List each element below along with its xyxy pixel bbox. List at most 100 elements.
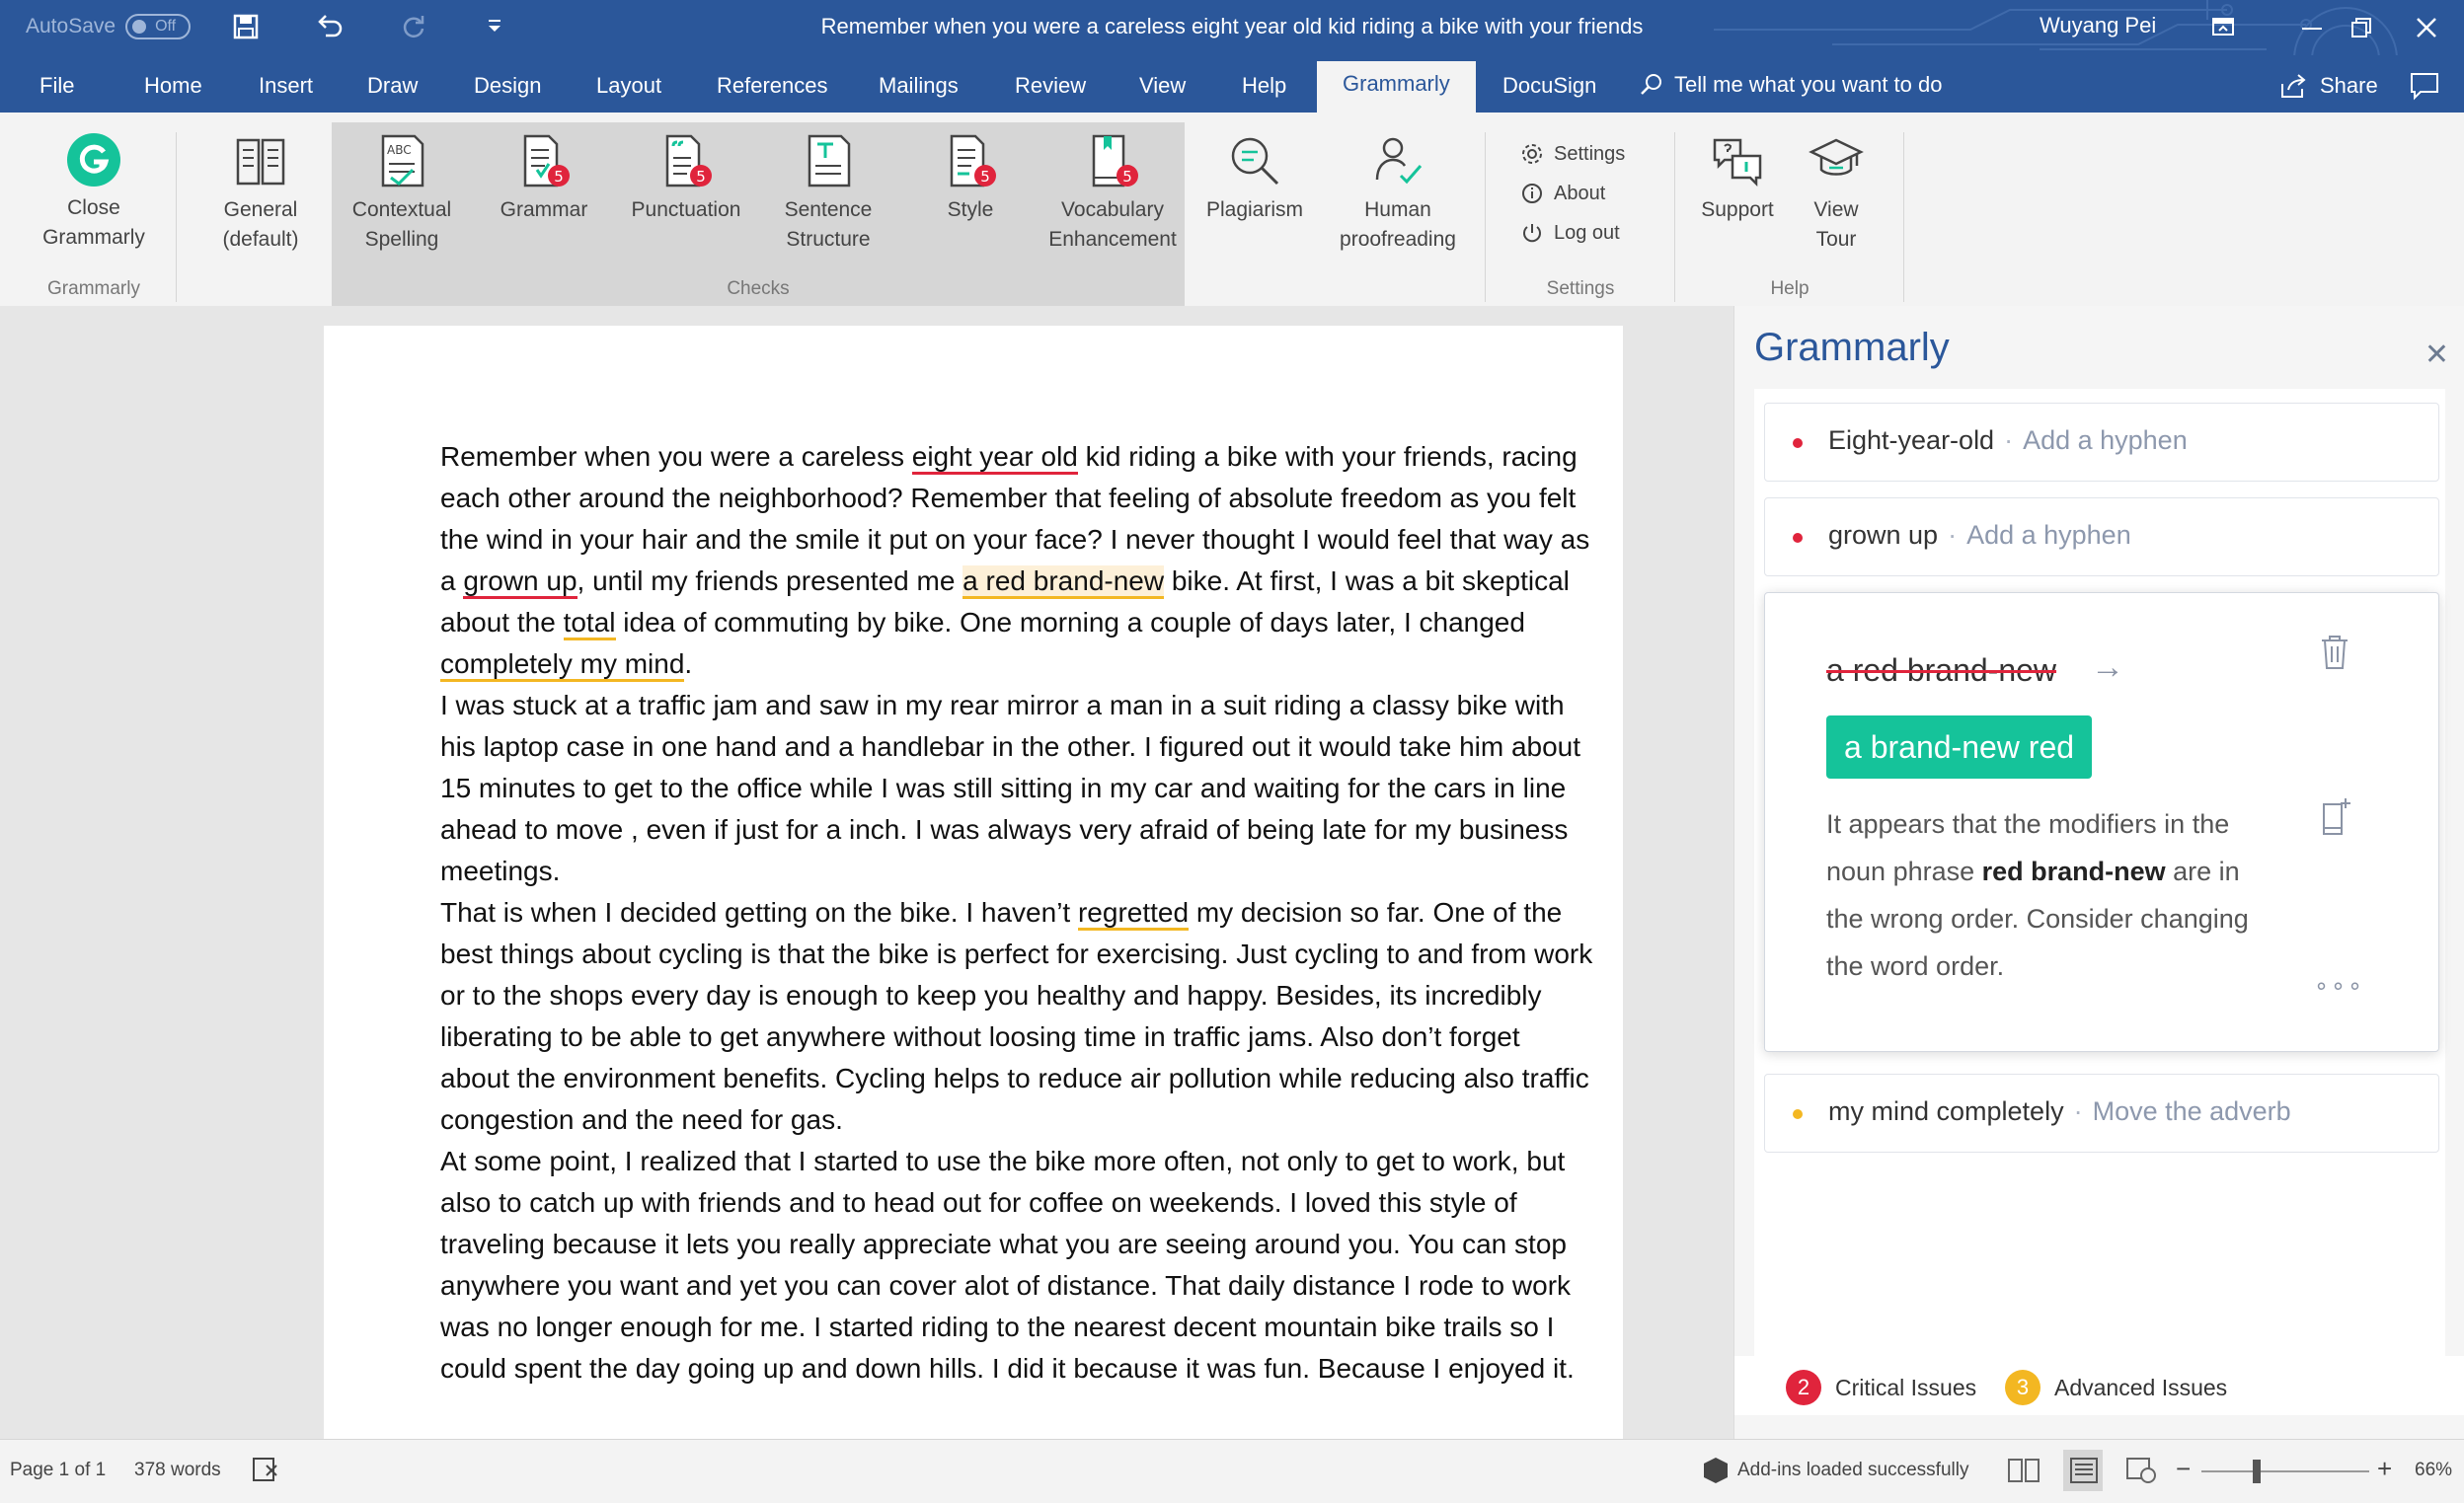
text-run: my decision so far. One of the best thin… [440,897,1593,1135]
close-window-icon[interactable] [2407,8,2446,47]
separator [1674,132,1675,302]
paragraph-4[interactable]: At some point, I realized that I started… [440,1141,1595,1390]
addins-status: Add-ins loaded successfully [1737,1460,1969,1480]
close-icon[interactable]: ✕ [2425,338,2449,372]
status-bar: Page 1 of 1 378 words Add-ins loaded suc… [0,1439,2464,1503]
expanded-suggestion-card[interactable]: a red brand-new → a brand-new red It app… [1764,592,2439,1052]
settings-button[interactable]: Settings [1520,142,1625,166]
spelling-icon: ABC [381,134,424,188]
tab-draw[interactable]: Draw [367,73,418,99]
minimize-icon[interactable] [2292,8,2332,47]
issue-eight-year-old[interactable]: eight year old [911,441,1078,475]
support-button[interactable]: Support [1690,132,1785,225]
document-page[interactable]: Remember when you were a careless eight … [324,326,1623,1441]
issue-grown-up[interactable]: grown up [463,565,578,599]
info-icon [1522,184,1542,203]
print-layout-icon[interactable] [2067,1456,2101,1485]
tab-references[interactable]: References [717,73,828,99]
general-default-button[interactable]: General (default) [192,132,330,255]
zoom-slider[interactable] [2201,1470,2369,1472]
person-check-icon [1375,137,1423,185]
about-label: About [1554,182,1606,204]
grammar-button[interactable]: 5 Grammar [480,132,608,225]
power-icon [1523,224,1541,243]
logout-button[interactable]: Log out [1520,221,1620,245]
tab-design[interactable]: Design [474,73,541,99]
grammarly-logo-icon [67,133,120,187]
document-body[interactable]: Remember when you were a careless eight … [440,436,1595,1390]
word-count[interactable]: 378 words [134,1460,221,1481]
advanced-issues-filter[interactable]: 3 Advanced Issues [2005,1370,2227,1405]
sentence-label-2: Structure [786,228,871,251]
issue-total[interactable]: total [563,607,616,640]
vocabulary-enhancement-button[interactable]: 5 Vocabulary Enhancement [1040,132,1185,255]
card-word: Eight-year-old [1828,425,1995,455]
tab-mailings[interactable]: Mailings [879,73,959,99]
tab-docusign[interactable]: DocuSign [1502,73,1596,99]
original-phrase: a red brand-new [1826,652,2057,688]
proofing-icon[interactable] [251,1456,280,1485]
add-to-dictionary-icon[interactable] [2318,796,2353,838]
web-layout-icon[interactable] [2124,1456,2158,1485]
tab-home[interactable]: Home [144,73,202,99]
punctuation-button[interactable]: 5 Punctuation [622,132,750,225]
addins-icon [1704,1458,1728,1483]
card-word: my mind completely [1828,1096,2064,1126]
about-button[interactable]: About [1520,182,1605,205]
comments-icon[interactable] [2409,71,2440,101]
sentence-structure-button[interactable]: Sentence Structure [764,132,892,255]
share-button[interactable]: Share [2278,72,2378,100]
suggestion-card[interactable]: grown up · Add a hyphen [1764,497,2439,576]
user-name[interactable]: Wuyang Pei [2040,13,2156,38]
page-count[interactable]: Page 1 of 1 [10,1460,106,1481]
close-grammarly-button[interactable]: Close Grammarly [20,132,168,253]
sentence-label-1: Sentence [784,198,873,221]
tab-layout[interactable]: Layout [596,73,661,99]
zoom-level[interactable]: 66% [2415,1460,2452,1481]
explain-bold: red brand-new [1981,857,2166,886]
tell-me-search[interactable]: Tell me what you want to do [1639,72,1942,98]
tab-grammarly[interactable]: Grammarly [1317,61,1476,113]
plagiarism-label: Plagiarism [1205,198,1304,221]
accept-suggestion-button[interactable]: a brand-new red [1826,715,2093,779]
issue-red-brand-new[interactable]: a red brand-new [962,565,1165,599]
open-book-icon [236,138,285,186]
card-hint: Add a hyphen [2023,425,2188,455]
ribbon-display-options-icon[interactable] [2203,8,2243,47]
tab-view[interactable]: View [1139,73,1186,99]
gear-icon [1522,144,1542,164]
trash-icon[interactable] [2318,633,2351,672]
zoom-in-button[interactable]: + [2377,1454,2392,1484]
close-label-2: Grammarly [42,226,145,249]
paragraph-1[interactable]: Remember when you were a careless eight … [440,436,1595,685]
tab-insert[interactable]: Insert [259,73,313,99]
issue-completely-my-mind[interactable]: completely my mind [440,648,685,682]
read-mode-icon[interactable] [2006,1456,2041,1485]
human-label-2: proofreading [1340,228,1456,251]
general-label-1: General [223,198,298,221]
grammar-badge: 5 [554,168,564,186]
suggestion-card[interactable]: my mind completely · Move the adverb [1764,1074,2439,1153]
general-label-2: (default) [222,228,299,251]
text-run: . [684,648,693,679]
restore-icon[interactable] [2342,8,2381,47]
suggestion-card[interactable]: Eight-year-old · Add a hyphen [1764,403,2439,482]
zoom-slider-thumb[interactable] [2253,1460,2261,1483]
human-proofreading-button[interactable]: Human proofreading [1329,132,1467,255]
paragraph-2[interactable]: I was stuck at a traffic jam and saw in … [440,685,1595,892]
view-tour-button[interactable]: View Tour [1789,132,1884,255]
abc-text: ABC [387,143,412,157]
critical-issues-filter[interactable]: 2 Critical Issues [1786,1370,1976,1405]
contextual-spelling-button[interactable]: ABC Contextual Spelling [338,132,466,255]
zoom-out-button[interactable]: − [2176,1454,2191,1484]
plagiarism-button[interactable]: Plagiarism [1191,132,1319,225]
tab-review[interactable]: Review [1015,73,1086,99]
issue-regretted[interactable]: regretted [1077,897,1190,931]
arrow-right-icon: → [2091,648,2124,686]
paragraph-3[interactable]: That is when I decided getting on the bi… [440,892,1595,1141]
tab-file[interactable]: File [39,73,74,99]
tab-help[interactable]: Help [1242,73,1286,99]
style-button[interactable]: 5 Style [906,132,1035,225]
critical-count-badge: 2 [1786,1370,1821,1405]
more-options-icon[interactable]: ∘∘∘ [2314,972,2364,1001]
